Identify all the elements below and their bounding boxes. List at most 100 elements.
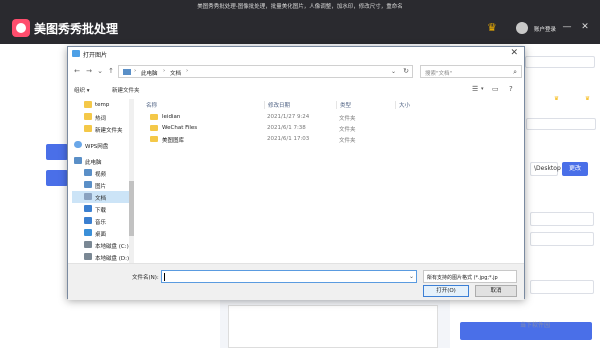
folder-icon <box>150 114 158 120</box>
breadcrumb-folder[interactable]: 文档 <box>170 69 181 77</box>
search-input[interactable]: 搜索"文档" ⌕ <box>420 65 522 78</box>
sidebar-item-drive-d[interactable]: 本地磁盘 (D:) <box>72 251 131 263</box>
add-button[interactable] <box>46 144 68 160</box>
dialog-footer: 文件名(N): ⌄ 所有支持的图片格式 (*.jpg;*.jp ⌄ 打开(O) … <box>68 263 524 300</box>
file-name: WeChat Files <box>162 125 198 131</box>
address-bar[interactable]: › 此电脑 › 文档 › ⌄ ↻ <box>118 65 413 78</box>
list-item[interactable]: 美图图库 2021/6/1 17:03 文件夹 <box>140 134 520 145</box>
close-icon[interactable]: ✕ <box>580 22 590 32</box>
minimize-icon[interactable]: — <box>562 22 572 32</box>
chevron-down-icon[interactable]: ⌄ <box>391 68 396 75</box>
sidebar-item-documents[interactable]: 文档 <box>72 191 131 203</box>
column-header-size[interactable]: 大小 <box>395 101 410 109</box>
cancel-button[interactable]: 取消 <box>475 285 517 297</box>
up-arrow-icon[interactable]: ↑ <box>107 67 115 75</box>
sidebar-item-downloads[interactable]: 下载 <box>72 203 131 215</box>
sidebar-item-desktop[interactable]: 桌面 <box>72 227 131 239</box>
folder-icon <box>150 136 158 142</box>
folder-icon <box>84 125 92 132</box>
chevron-right-icon[interactable]: › <box>163 68 165 74</box>
dialog-close-icon[interactable]: ✕ <box>510 48 518 58</box>
file-type: 文件夹 <box>339 138 356 144</box>
dialog-toolbar: 组织 ▾ 新建文件夹 ☰ ▾ ▭ ? <box>68 84 524 96</box>
breadcrumb-root[interactable]: 此电脑 <box>141 69 158 77</box>
sidebar-item-videos[interactable]: 视频 <box>72 167 131 179</box>
rename-field-2[interactable] <box>530 232 594 246</box>
sidebar-item-label: temp <box>95 102 110 108</box>
file-type: 文件夹 <box>339 127 356 133</box>
download-icon <box>84 205 92 212</box>
drive-icon <box>84 241 92 248</box>
list-item[interactable]: leidian 2021/1/27 9:24 文件夹 <box>140 112 520 123</box>
sidebar-item-label: 本地磁盘 (D:) <box>95 256 130 262</box>
new-folder-button[interactable]: 新建文件夹 <box>112 86 140 94</box>
preview-pane-icon[interactable]: ▭ <box>492 85 499 93</box>
sidebar-scrollbar[interactable] <box>129 99 134 263</box>
sidebar-item-temp[interactable]: temp <box>72 99 131 111</box>
app-titlebar: 美图秀秀批处理-图像批处理，批量美化图片，人像调整，加水印，修改尺寸，重命名 美… <box>0 0 600 44</box>
open-button[interactable]: 打开(O) <box>423 285 469 297</box>
crown-icon: ♛ <box>585 96 590 102</box>
output-path-field[interactable]: \Desktop <box>530 162 561 176</box>
search-icon[interactable]: ⌕ <box>513 68 517 77</box>
cloud-icon <box>74 141 82 148</box>
search-placeholder: 搜索"文档" <box>425 71 453 77</box>
dialog-title: 打开图片 <box>83 52 108 59</box>
sidebar-item-label: 本地磁盘 (C:) <box>95 244 129 250</box>
sidebar-item-wps-drive[interactable]: WPS网盘 <box>72 139 131 151</box>
avatar[interactable] <box>516 22 528 34</box>
sidebar-item-label: 此电脑 <box>85 160 102 166</box>
app-logo-icon <box>12 19 30 37</box>
rename-field[interactable] <box>530 212 594 226</box>
help-icon[interactable]: ? <box>509 85 513 93</box>
file-date: 2021/6/1 17:03 <box>267 136 310 142</box>
refresh-icon[interactable]: ↻ <box>403 67 409 75</box>
organize-menu[interactable]: 组织 ▾ <box>74 86 90 94</box>
sidebar-item-label: 音乐 <box>95 220 107 226</box>
folder-icon <box>84 113 92 120</box>
resize-field[interactable] <box>530 280 594 294</box>
filetype-select[interactable]: 所有支持的图片格式 (*.jpg;*.jp ⌄ <box>423 270 517 283</box>
size-select[interactable] <box>525 56 595 68</box>
picture-icon <box>84 181 92 188</box>
sidebar-item-label: WPS网盘 <box>85 144 109 150</box>
sidebar-item-hotwords[interactable]: 热词 <box>72 111 131 123</box>
file-type: 文件夹 <box>339 116 356 122</box>
chevron-down-icon[interactable]: ⌄ <box>409 273 414 280</box>
column-header-date[interactable]: 修改日期 <box>264 101 290 109</box>
window-caption: 美图秀秀批处理-图像批处理，批量美化图片，人像调整，加水印，修改尺寸，重命名 <box>197 4 403 10</box>
scrollbar-thumb[interactable] <box>129 181 134 236</box>
chevron-right-icon[interactable]: › <box>134 68 136 74</box>
filename-input[interactable]: ⌄ <box>161 270 417 283</box>
back-arrow-icon[interactable]: ← <box>73 67 81 75</box>
forward-arrow-icon[interactable]: → <box>85 67 93 75</box>
sidebar-item-label: 热词 <box>95 116 107 122</box>
recent-dropdown-icon[interactable]: ⌄ <box>96 67 104 75</box>
view-options-icon[interactable]: ☰ <box>472 85 478 93</box>
view-dropdown-icon[interactable]: ▾ <box>481 86 484 92</box>
vip-crown-icon[interactable]: ♛ <box>487 21 497 34</box>
file-name: 美图图库 <box>162 138 185 144</box>
file-date: 2021/6/1 7:38 <box>267 125 306 131</box>
computer-icon <box>74 157 82 164</box>
crown-icon: ♛ <box>554 96 559 102</box>
sidebar-item-music[interactable]: 音乐 <box>72 215 131 227</box>
sidebar-item-new-folder[interactable]: 新建文件夹 <box>72 123 131 135</box>
chevron-right-icon[interactable]: › <box>186 68 188 74</box>
sidebar-item-pictures[interactable]: 图片 <box>72 179 131 191</box>
sidebar-item-label: 下载 <box>95 208 107 214</box>
list-item[interactable]: WeChat Files 2021/6/1 7:38 文件夹 <box>140 123 520 134</box>
column-header-name[interactable]: 名称 <box>146 101 157 109</box>
sidebar-item-drive-c[interactable]: 本地磁盘 (C:) <box>72 239 131 251</box>
sidebar-item-this-pc[interactable]: 此电脑 <box>72 155 131 167</box>
login-link[interactable]: 账户登录 <box>534 25 556 33</box>
quality-field[interactable] <box>526 118 596 130</box>
chevron-down-icon[interactable]: ⌄ <box>427 274 514 281</box>
document-icon <box>84 193 92 200</box>
add-folder-button[interactable] <box>46 170 68 186</box>
column-header-type[interactable]: 类型 <box>336 101 351 109</box>
sidebar-item-label: 桌面 <box>95 232 107 238</box>
file-name: leidian <box>162 114 181 120</box>
filename-label: 文件名(N): <box>132 275 159 281</box>
change-path-button[interactable]: 更改 <box>562 162 588 176</box>
